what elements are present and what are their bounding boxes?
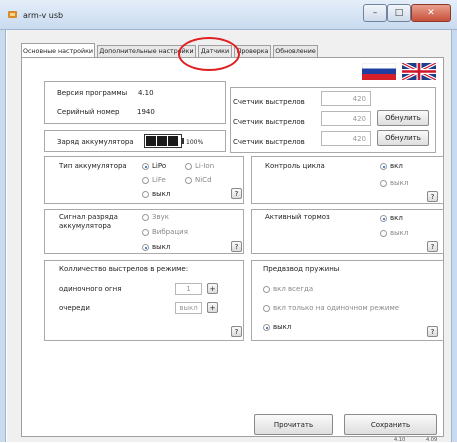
radio-brake-off[interactable]: [380, 230, 387, 237]
battery-type-box: Тип аккумулятора LiPo Li-Ion LiFe NiCd в…: [44, 156, 244, 204]
radio-life[interactable]: [142, 177, 149, 184]
radio-single-only-label: вкл только на одиночном режиме: [273, 304, 400, 312]
close-button[interactable]: ✕: [411, 4, 451, 22]
radio-nicd-label: NiCd: [195, 176, 212, 184]
cycle-control-box: Контроль цикла вкл выкл ?: [251, 156, 444, 204]
radio-cycle-on-label: вкл: [390, 162, 403, 170]
save-button[interactable]: Сохранить: [344, 414, 437, 435]
minimize-icon: –: [372, 8, 378, 18]
radio-cycle-on[interactable]: [380, 163, 387, 170]
footer-version-right: 4.09: [426, 437, 438, 443]
russian-flag-icon[interactable]: [361, 62, 397, 80]
radio-brake-on-label: вкл: [390, 214, 403, 222]
close-icon: ✕: [427, 8, 435, 18]
burst-plus-button[interactable]: +: [207, 302, 218, 313]
radio-brake-on[interactable]: [380, 215, 387, 222]
app-icon: [7, 9, 18, 20]
counter-label: Счетчик выстрелов: [233, 98, 305, 106]
single-fire-label: одиночного огня: [59, 285, 122, 293]
radio-signal-off-label: выкл: [152, 243, 171, 251]
counter-field: 420: [321, 131, 371, 146]
tab-update[interactable]: Обновление: [273, 45, 318, 57]
single-fire-field[interactable]: 1: [175, 283, 202, 295]
window-title: arm-v usb: [23, 11, 64, 20]
radio-cycle-off-label: выкл: [390, 179, 409, 187]
radio-always-on[interactable]: [263, 286, 270, 293]
radio-lipo[interactable]: [142, 163, 149, 170]
minimize-button[interactable]: –: [363, 4, 387, 22]
radio-vibration-label: Вибрация: [152, 228, 188, 236]
battery-charge-label: Заряд аккумулятора: [57, 138, 134, 146]
burst-label: очереди: [59, 304, 90, 312]
radio-li-ion[interactable]: [185, 163, 192, 170]
help-button[interactable]: ?: [231, 188, 242, 199]
version-value: 4.10: [138, 89, 154, 97]
help-button[interactable]: ?: [231, 326, 242, 337]
tab-label: Обновление: [275, 48, 316, 55]
shots-mode-box: Колличество выстрелов в режиме: одиночно…: [44, 260, 244, 341]
reset-counter-button[interactable]: Обнулить: [377, 130, 429, 146]
maximize-icon: □: [394, 8, 404, 18]
radio-always-on-label: вкл всегда: [273, 285, 314, 293]
spring-precock-box: Предвзвод пружины вкл всегда вкл только …: [251, 260, 444, 341]
active-brake-box: Активный тормоз вкл выкл ?: [251, 209, 444, 254]
counter-field: 420: [321, 91, 371, 106]
shot-counters-box: Счетчик выстрелов 420 Счетчик выстрелов …: [230, 87, 436, 153]
version-label: Версия программы: [57, 89, 128, 97]
radio-battery-off-label: выкл: [152, 190, 171, 198]
help-button[interactable]: ?: [427, 326, 438, 337]
radio-sound[interactable]: [142, 214, 149, 221]
radio-nicd[interactable]: [185, 177, 192, 184]
discharge-signal-label: Сигнал разряда аккумулятора: [59, 213, 118, 230]
tab-label: Проверка: [236, 48, 269, 55]
tab-main-settings[interactable]: Основные настройки: [21, 43, 95, 58]
radio-prespring-off[interactable]: [263, 324, 270, 331]
help-button[interactable]: ?: [427, 241, 438, 252]
radio-li-ion-label: Li-Ion: [195, 162, 215, 170]
help-button[interactable]: ?: [427, 191, 438, 202]
maximize-button[interactable]: □: [387, 4, 411, 22]
battery-charge-box: Заряд аккумулятора 100%: [44, 130, 226, 152]
shots-mode-label: Колличество выстрелов в режиме:: [59, 265, 189, 273]
uk-flag-icon[interactable]: [401, 61, 437, 82]
battery-type-label: Тип аккумулятора: [59, 162, 127, 170]
radio-brake-off-label: выкл: [390, 229, 409, 237]
radio-sound-label: Звук: [152, 213, 169, 221]
cycle-control-label: Контроль цикла: [265, 162, 325, 170]
radio-signal-off[interactable]: [142, 244, 149, 251]
radio-prespring-off-label: выкл: [273, 323, 292, 331]
serial-value: 1940: [137, 108, 155, 116]
window-frame-left: [0, 30, 6, 442]
single-fire-plus-button[interactable]: +: [207, 283, 218, 294]
battery-percent: 100%: [186, 139, 204, 146]
radio-cycle-off[interactable]: [380, 180, 387, 187]
counter-label: Счетчик выстрелов: [233, 118, 305, 126]
radio-vibration[interactable]: [142, 229, 149, 236]
window-frame-right: [451, 30, 457, 442]
serial-label: Серийный номер: [57, 108, 120, 116]
burst-field[interactable]: выкл: [175, 302, 202, 314]
counter-field: 420: [321, 111, 371, 126]
annotation-circle: [178, 37, 240, 71]
footer-version-left: 4.10: [394, 437, 406, 443]
active-brake-label: Активный тормоз: [265, 213, 330, 221]
radio-single-only[interactable]: [263, 305, 270, 312]
counter-label: Счетчик выстрелов: [233, 138, 305, 146]
discharge-signal-box: Сигнал разряда аккумулятора Звук Вибраци…: [44, 209, 244, 254]
battery-icon: [144, 134, 184, 148]
firmware-info-box: Версия программы 4.10 Серийный номер 194…: [44, 81, 226, 124]
reset-counter-button[interactable]: Обнулить: [377, 110, 429, 126]
spring-precock-label: Предвзвод пружины: [263, 265, 340, 273]
radio-lipo-label: LiPo: [152, 162, 167, 170]
tab-label: Основные настройки: [22, 47, 93, 55]
help-button[interactable]: ?: [231, 241, 242, 252]
read-button[interactable]: Прочитать: [254, 414, 333, 435]
radio-life-label: LiFe: [152, 176, 166, 184]
radio-battery-off[interactable]: [142, 191, 149, 198]
